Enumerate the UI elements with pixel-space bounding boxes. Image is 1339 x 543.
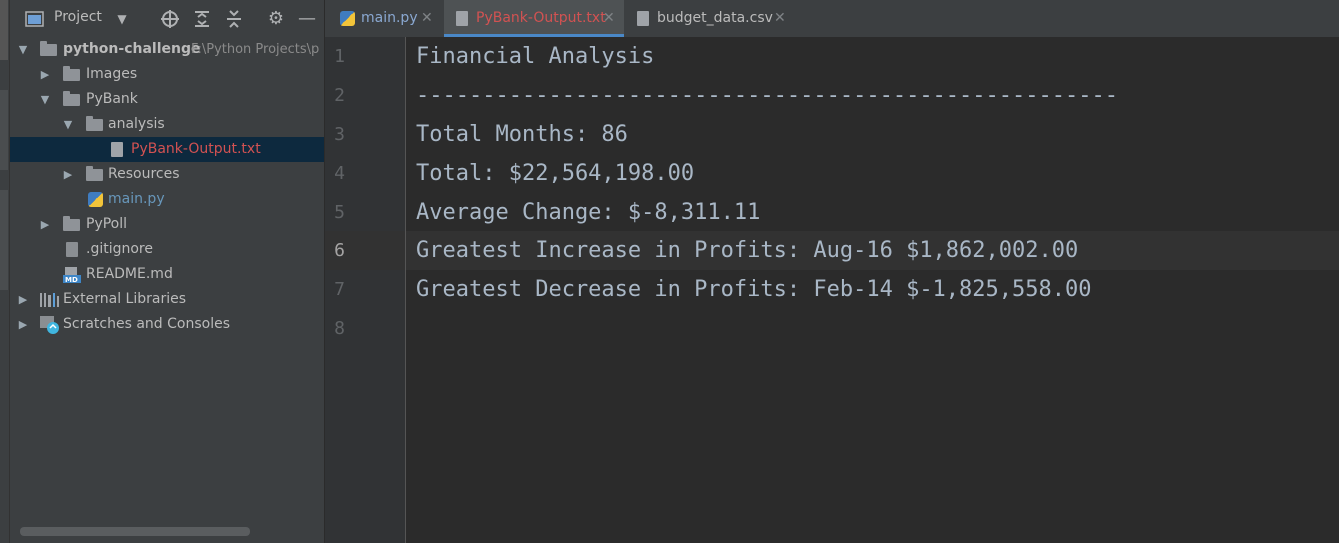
line-number: 2	[334, 85, 345, 106]
pull-requests-tool-tab[interactable]	[0, 190, 8, 290]
folder-icon	[86, 116, 103, 131]
close-icon[interactable]: ✕	[603, 0, 615, 37]
tab-label: PyBank-Output.txt	[476, 10, 606, 26]
text-file-icon	[111, 142, 123, 157]
gitignore-file-icon	[66, 242, 78, 257]
folder-icon	[63, 91, 80, 106]
chevron-right-icon[interactable]: ▶	[38, 212, 52, 237]
collapse-all-icon[interactable]	[224, 9, 244, 29]
tab-label: budget_data.csv	[657, 10, 773, 26]
folder-icon	[86, 166, 103, 181]
tree-item-images[interactable]: ▶ Images	[10, 62, 324, 87]
locate-icon[interactable]	[160, 9, 180, 29]
folder-icon	[40, 41, 57, 56]
code-line[interactable]: Financial Analysis	[416, 37, 654, 76]
tree-item-python-challenge[interactable]: ▼ python-challenge F:\Python Projects\p	[10, 37, 324, 62]
csv-file-icon	[637, 11, 649, 26]
editor-tabs: main.py ✕ PyBank-Output.txt ✕ budget_dat…	[325, 0, 1339, 38]
tree-item-label: PyBank-Output.txt	[131, 141, 261, 157]
tab-budget-data[interactable]: budget_data.csv ✕	[625, 0, 800, 37]
chevron-right-icon[interactable]: ▶	[16, 287, 30, 312]
project-panel-header: Project ▼ ⚙ —	[10, 0, 324, 37]
tree-item-label: analysis	[108, 116, 165, 132]
line-number: 3	[334, 124, 345, 145]
line-number: 5	[334, 202, 345, 223]
tree-item-label: main.py	[108, 191, 165, 207]
libraries-icon	[40, 293, 59, 307]
chevron-right-icon[interactable]: ▶	[38, 62, 52, 87]
project-panel-title[interactable]: Project	[54, 9, 102, 25]
code-line[interactable]: Greatest Increase in Profits: Aug-16 $1,…	[416, 231, 1078, 270]
expand-all-icon[interactable]	[192, 9, 212, 29]
svg-text:MD: MD	[65, 276, 78, 283]
tree-item-external-libraries[interactable]: ▶ External Libraries	[10, 287, 324, 312]
chevron-down-icon[interactable]: ▼	[112, 9, 132, 29]
line-number: 8	[334, 318, 345, 339]
tree-item-label: PyBank	[86, 91, 138, 107]
tree-item-label: python-challenge	[63, 41, 201, 57]
tree-item-label: Scratches and Consoles	[63, 316, 230, 332]
chevron-right-icon[interactable]: ▶	[61, 162, 75, 187]
code-line[interactable]: Greatest Decrease in Profits: Feb-14 $-1…	[416, 270, 1092, 309]
tree-item-label: .gitignore	[86, 241, 153, 257]
line-number-gutter: 1 2 3 4 5 6 7 8	[325, 37, 406, 543]
python-file-icon	[340, 11, 355, 26]
tree-item-readme[interactable]: MD README.md	[10, 262, 324, 287]
commit-tool-tab[interactable]	[0, 90, 8, 170]
tab-pybank-output[interactable]: PyBank-Output.txt ✕	[444, 0, 624, 37]
tree-item-label: README.md	[86, 266, 173, 282]
gear-icon[interactable]: ⚙	[266, 9, 286, 29]
tool-window-stripe	[0, 0, 10, 543]
tree-item-resources[interactable]: ▶ Resources	[10, 162, 324, 187]
tree-item-analysis[interactable]: ▼ analysis	[10, 112, 324, 137]
project-panel: Project ▼ ⚙ — ▼ python-challenge F:\Pyth…	[10, 0, 325, 543]
tree-item-label: PyPoll	[86, 216, 128, 232]
line-number: 7	[334, 279, 345, 300]
editor-area[interactable]: Financial Analysis ---------------------…	[406, 37, 1339, 543]
line-number-current-overlay: 6	[334, 240, 345, 261]
tree-item-main-py[interactable]: main.py	[10, 187, 324, 212]
chevron-down-icon[interactable]: ▼	[16, 37, 30, 62]
tree-item-label: Images	[86, 66, 138, 82]
tree-item-scratches[interactable]: ▶ Scratches and Consoles	[10, 312, 324, 337]
chevron-down-icon[interactable]: ▼	[38, 87, 52, 112]
project-tool-tab[interactable]	[0, 0, 8, 60]
chevron-right-icon[interactable]: ▶	[16, 312, 30, 337]
python-file-icon	[88, 192, 103, 207]
code-line[interactable]: Total Months: 86	[416, 115, 628, 154]
code-line[interactable]: Total: $22,564,198.00	[416, 154, 694, 193]
line-number: 4	[334, 163, 345, 184]
code-line[interactable]: Average Change: $-8,311.11	[416, 193, 760, 232]
line-number: 1	[334, 46, 345, 67]
folder-icon	[63, 66, 80, 81]
folder-icon	[63, 216, 80, 231]
tab-main-py[interactable]: main.py ✕	[325, 0, 442, 37]
tree-item-pypoll[interactable]: ▶ PyPoll	[10, 212, 324, 237]
tree-item-pybank[interactable]: ▼ PyBank	[10, 87, 324, 112]
markdown-file-icon: MD	[63, 267, 81, 283]
code-line[interactable]: ----------------------------------------…	[416, 76, 1118, 115]
tree-item-label: Resources	[108, 166, 180, 182]
panel-icon	[25, 11, 44, 27]
project-path: F:\Python Projects\p	[191, 42, 320, 57]
tab-label: main.py	[361, 10, 418, 26]
text-file-icon	[456, 11, 468, 26]
scratches-icon	[40, 316, 59, 334]
minimize-icon[interactable]: —	[297, 9, 317, 29]
close-icon[interactable]: ✕	[421, 0, 433, 37]
tree-item-pybank-output[interactable]: PyBank-Output.txt	[10, 137, 324, 162]
tree-item-gitignore[interactable]: .gitignore	[10, 237, 324, 262]
tree-item-label: External Libraries	[63, 291, 186, 307]
horizontal-scrollbar[interactable]	[20, 527, 250, 536]
chevron-down-icon[interactable]: ▼	[61, 112, 75, 137]
close-icon[interactable]: ✕	[774, 0, 786, 37]
